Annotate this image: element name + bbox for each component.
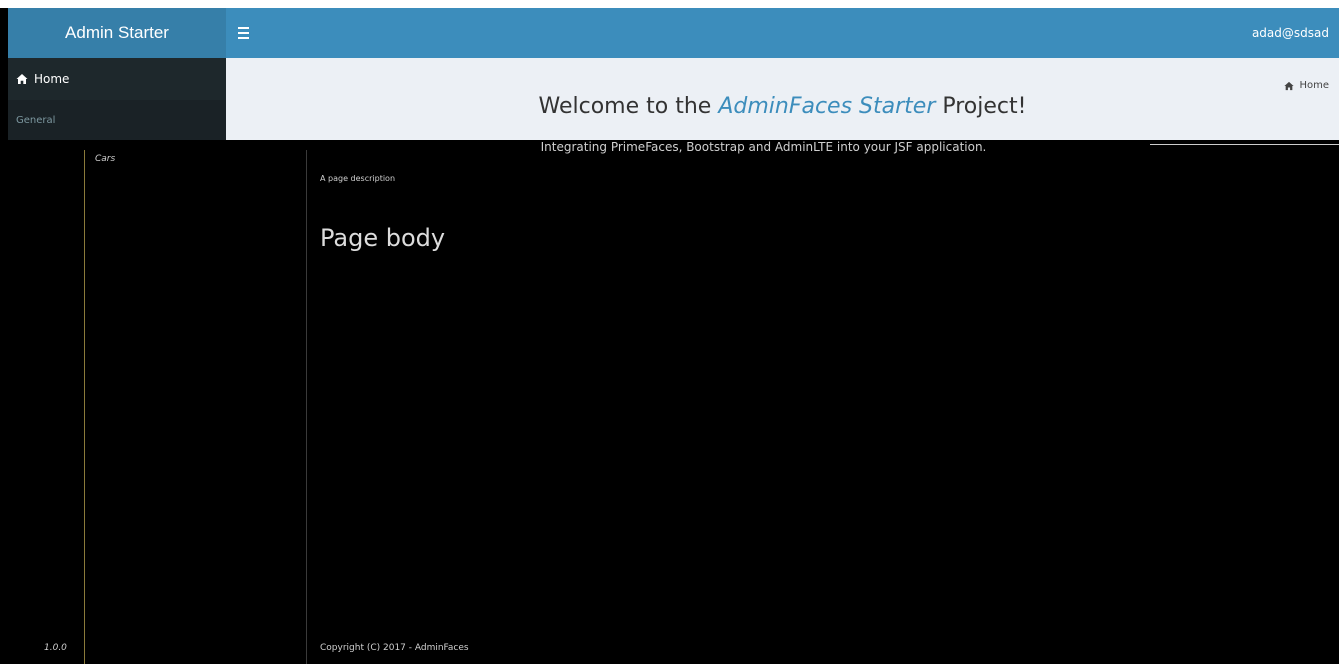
page-title: Welcome to the AdminFaces Starter Projec… — [226, 94, 1339, 119]
sidebar-item-home[interactable]: Home — [8, 58, 226, 100]
breadcrumb[interactable]: Home — [1284, 80, 1329, 91]
page-subtitle: Integrating PrimeFaces, Bootstrap and Ad… — [94, 140, 1339, 154]
breadcrumb-home: Home — [1299, 80, 1329, 91]
home-icon — [16, 74, 28, 84]
page-description: A page description — [320, 174, 395, 183]
content-header: Welcome to the AdminFaces Starter Projec… — [226, 58, 1339, 140]
page-subtitle-text: Integrating PrimeFaces, Bootstrap and Ad… — [540, 140, 987, 154]
title-prefix: Welcome to the — [538, 94, 719, 119]
divider — [1150, 144, 1339, 145]
sidebar: Home General — [8, 58, 226, 140]
sidebar-item-label: Home — [34, 72, 70, 86]
version-text: 1.0.0 — [44, 643, 67, 653]
user-menu[interactable]: adad@sdsad — [1252, 8, 1329, 58]
sidebar-section-label: General — [16, 114, 56, 126]
title-accent: AdminFaces Starter — [718, 94, 936, 119]
sidebar-edge-line — [84, 150, 85, 664]
top-navbar: adad@sdsad — [226, 8, 1339, 58]
page-body: Page body — [320, 224, 445, 252]
home-icon — [1284, 81, 1295, 90]
sidebar-section-header: General — [8, 100, 226, 140]
footer-version: 1.0.0 — [44, 643, 67, 653]
page: Admin Starter adad@sdsad Home General We… — [0, 0, 1339, 664]
page-description-text: A page description — [320, 174, 396, 183]
user-email: adad@sdsad — [1251, 26, 1329, 40]
logo-text: Admin Starter — [65, 23, 169, 42]
title-suffix: Project! — [935, 94, 1027, 119]
content-edge-line — [306, 150, 307, 664]
sidebar-item-label: Cars — [95, 154, 116, 164]
top-strip — [0, 0, 1339, 8]
content-body: Integrating PrimeFaces, Bootstrap and Ad… — [0, 140, 1339, 664]
sidebar-toggle-icon[interactable] — [238, 24, 252, 42]
page-body-text: Page body — [320, 224, 446, 252]
copyright-text: Copyright (C) 2017 - AdminFaces — [320, 643, 469, 653]
logo[interactable]: Admin Starter — [8, 8, 226, 58]
sidebar-item-cars[interactable]: Cars — [95, 154, 115, 164]
footer-copyright: Copyright (C) 2017 - AdminFaces — [320, 643, 469, 653]
